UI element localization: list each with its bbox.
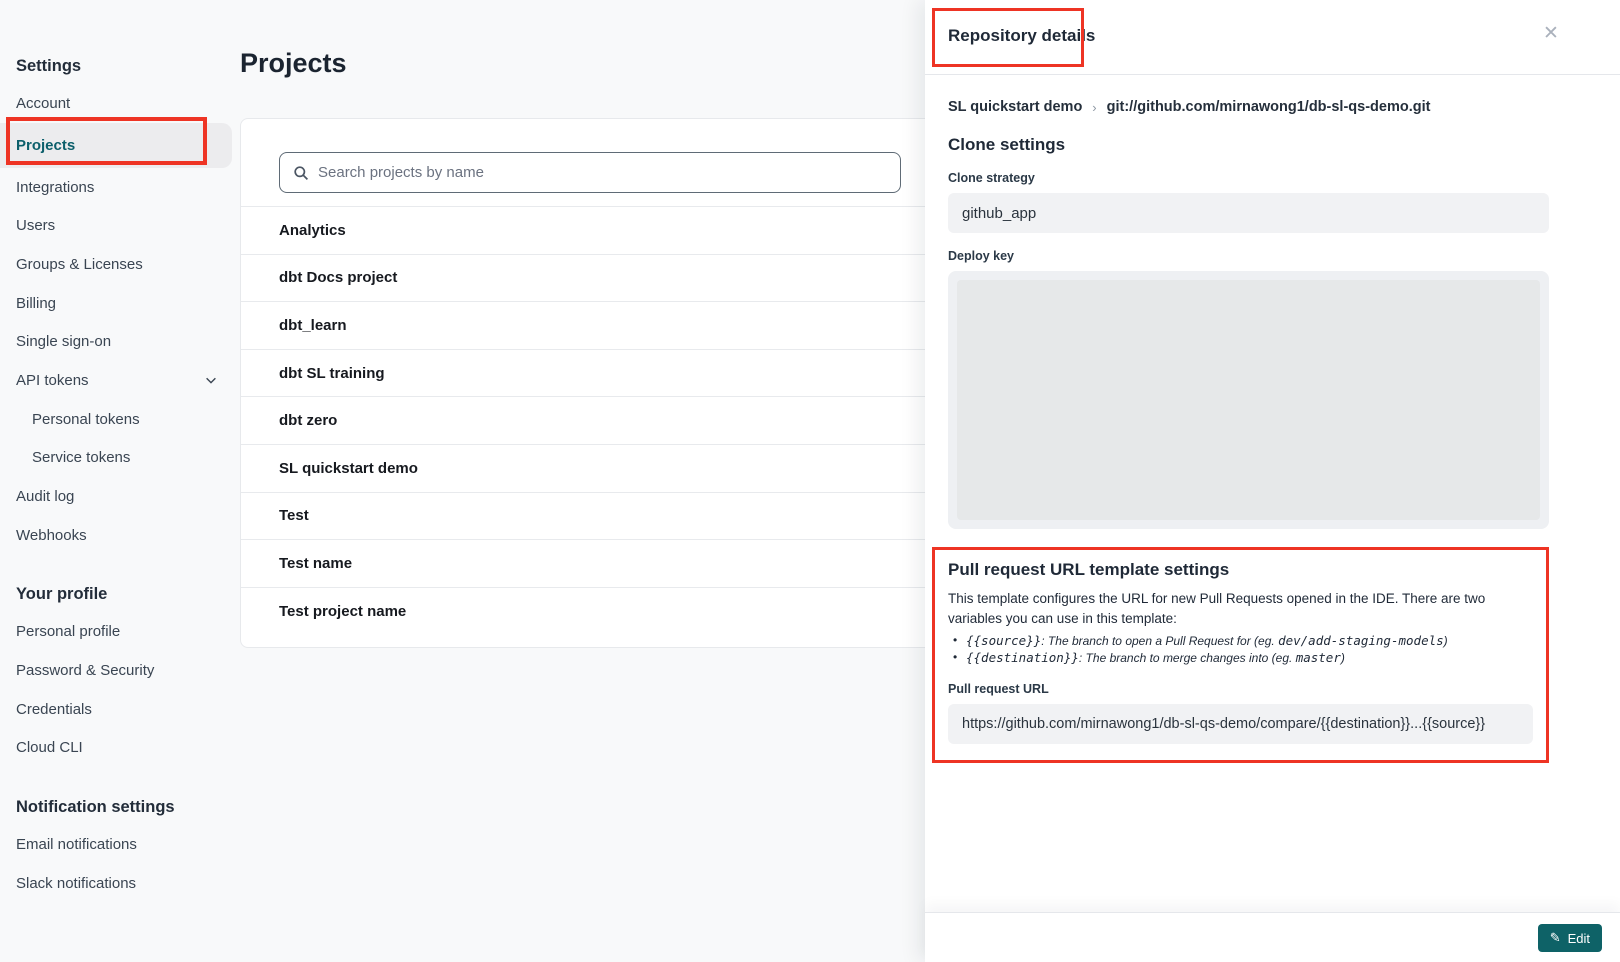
pull-request-url-label: Pull request URL: [948, 682, 1533, 696]
sidebar-item-single-sign-on[interactable]: Single sign-on: [0, 322, 232, 361]
pull-request-url-value: https://github.com/mirnawong1/db-sl-qs-d…: [948, 704, 1533, 744]
sidebar-item-billing[interactable]: Billing: [0, 284, 232, 323]
pr-variable-destination: {{destination}}: The branch to merge cha…: [948, 650, 1533, 667]
sidebar-item-groups-licenses[interactable]: Groups & Licenses: [0, 245, 232, 284]
panel-header: Repository details ✕: [925, 0, 1620, 75]
clone-settings-heading: Clone settings: [948, 135, 1549, 155]
chevron-down-icon: [204, 373, 218, 387]
sidebar-item-audit-log[interactable]: Audit log: [0, 477, 232, 516]
pr-template-variables: {{source}}: The branch to open a Pull Re…: [948, 633, 1533, 666]
panel-title: Repository details: [948, 26, 1095, 46]
sidebar-item-api-tokens-label: API tokens: [16, 372, 89, 389]
edit-button-label: Edit: [1568, 931, 1590, 946]
sidebar-item-projects-label: Projects: [16, 137, 75, 154]
pr-template-heading: Pull request URL template settings: [948, 560, 1533, 580]
clone-strategy-label: Clone strategy: [948, 171, 1549, 185]
pr-variable-source: {{source}}: The branch to open a Pull Re…: [948, 633, 1533, 650]
pr-template-description: This template configures the URL for new…: [948, 589, 1534, 628]
sidebar-item-webhooks[interactable]: Webhooks: [0, 516, 232, 555]
sidebar-item-projects[interactable]: Projects: [0, 123, 232, 168]
edit-button[interactable]: ✎ Edit: [1538, 924, 1602, 952]
search-input[interactable]: [318, 164, 900, 181]
pencil-icon: ✎: [1550, 930, 1561, 946]
page-title: Projects: [240, 48, 347, 79]
deploy-key-label: Deploy key: [948, 249, 1549, 263]
sidebar-item-personal-profile[interactable]: Personal profile: [0, 613, 232, 652]
project-search: [279, 152, 901, 193]
sidebar-item-service-tokens[interactable]: Service tokens: [0, 439, 232, 478]
sidebar-section-notification-settings: Notification settings: [0, 789, 232, 825]
panel-body: SL quickstart demo › git://github.com/mi…: [925, 99, 1620, 763]
sidebar-item-email-notifications[interactable]: Email notifications: [0, 825, 232, 864]
deploy-key-redacted-value: [957, 280, 1540, 520]
panel-footer: ✎ Edit: [925, 912, 1620, 962]
clone-strategy-value: github_app: [948, 193, 1549, 233]
sidebar-item-account[interactable]: Account: [0, 84, 232, 123]
sidebar-item-credentials[interactable]: Credentials: [0, 690, 232, 729]
sidebar-section-settings: Settings: [0, 48, 232, 84]
sidebar-item-users[interactable]: Users: [0, 206, 232, 245]
breadcrumb: SL quickstart demo › git://github.com/mi…: [948, 99, 1549, 115]
close-icon[interactable]: ✕: [1541, 24, 1561, 44]
sidebar-item-password-security[interactable]: Password & Security: [0, 651, 232, 690]
sidebar-item-integrations[interactable]: Integrations: [0, 168, 232, 207]
repository-details-panel: Repository details ✕ SL quickstart demo …: [925, 0, 1620, 962]
sidebar-item-cloud-cli[interactable]: Cloud CLI: [0, 729, 232, 768]
sidebar-item-personal-tokens[interactable]: Personal tokens: [0, 400, 232, 439]
sidebar-section-your-profile: Your profile: [0, 577, 232, 613]
deploy-key-box: [948, 271, 1549, 529]
search-icon: [293, 165, 309, 181]
settings-sidebar: Settings Account Projects Integrations U…: [0, 48, 232, 903]
sidebar-item-slack-notifications[interactable]: Slack notifications: [0, 864, 232, 903]
sidebar-item-api-tokens[interactable]: API tokens: [0, 361, 232, 400]
pull-request-template-section: Pull request URL template settings This …: [932, 547, 1549, 763]
breadcrumb-repo-url: git://github.com/mirnawong1/db-sl-qs-dem…: [1107, 99, 1431, 115]
breadcrumb-separator-icon: ›: [1092, 100, 1096, 115]
breadcrumb-project: SL quickstart demo: [948, 99, 1082, 115]
